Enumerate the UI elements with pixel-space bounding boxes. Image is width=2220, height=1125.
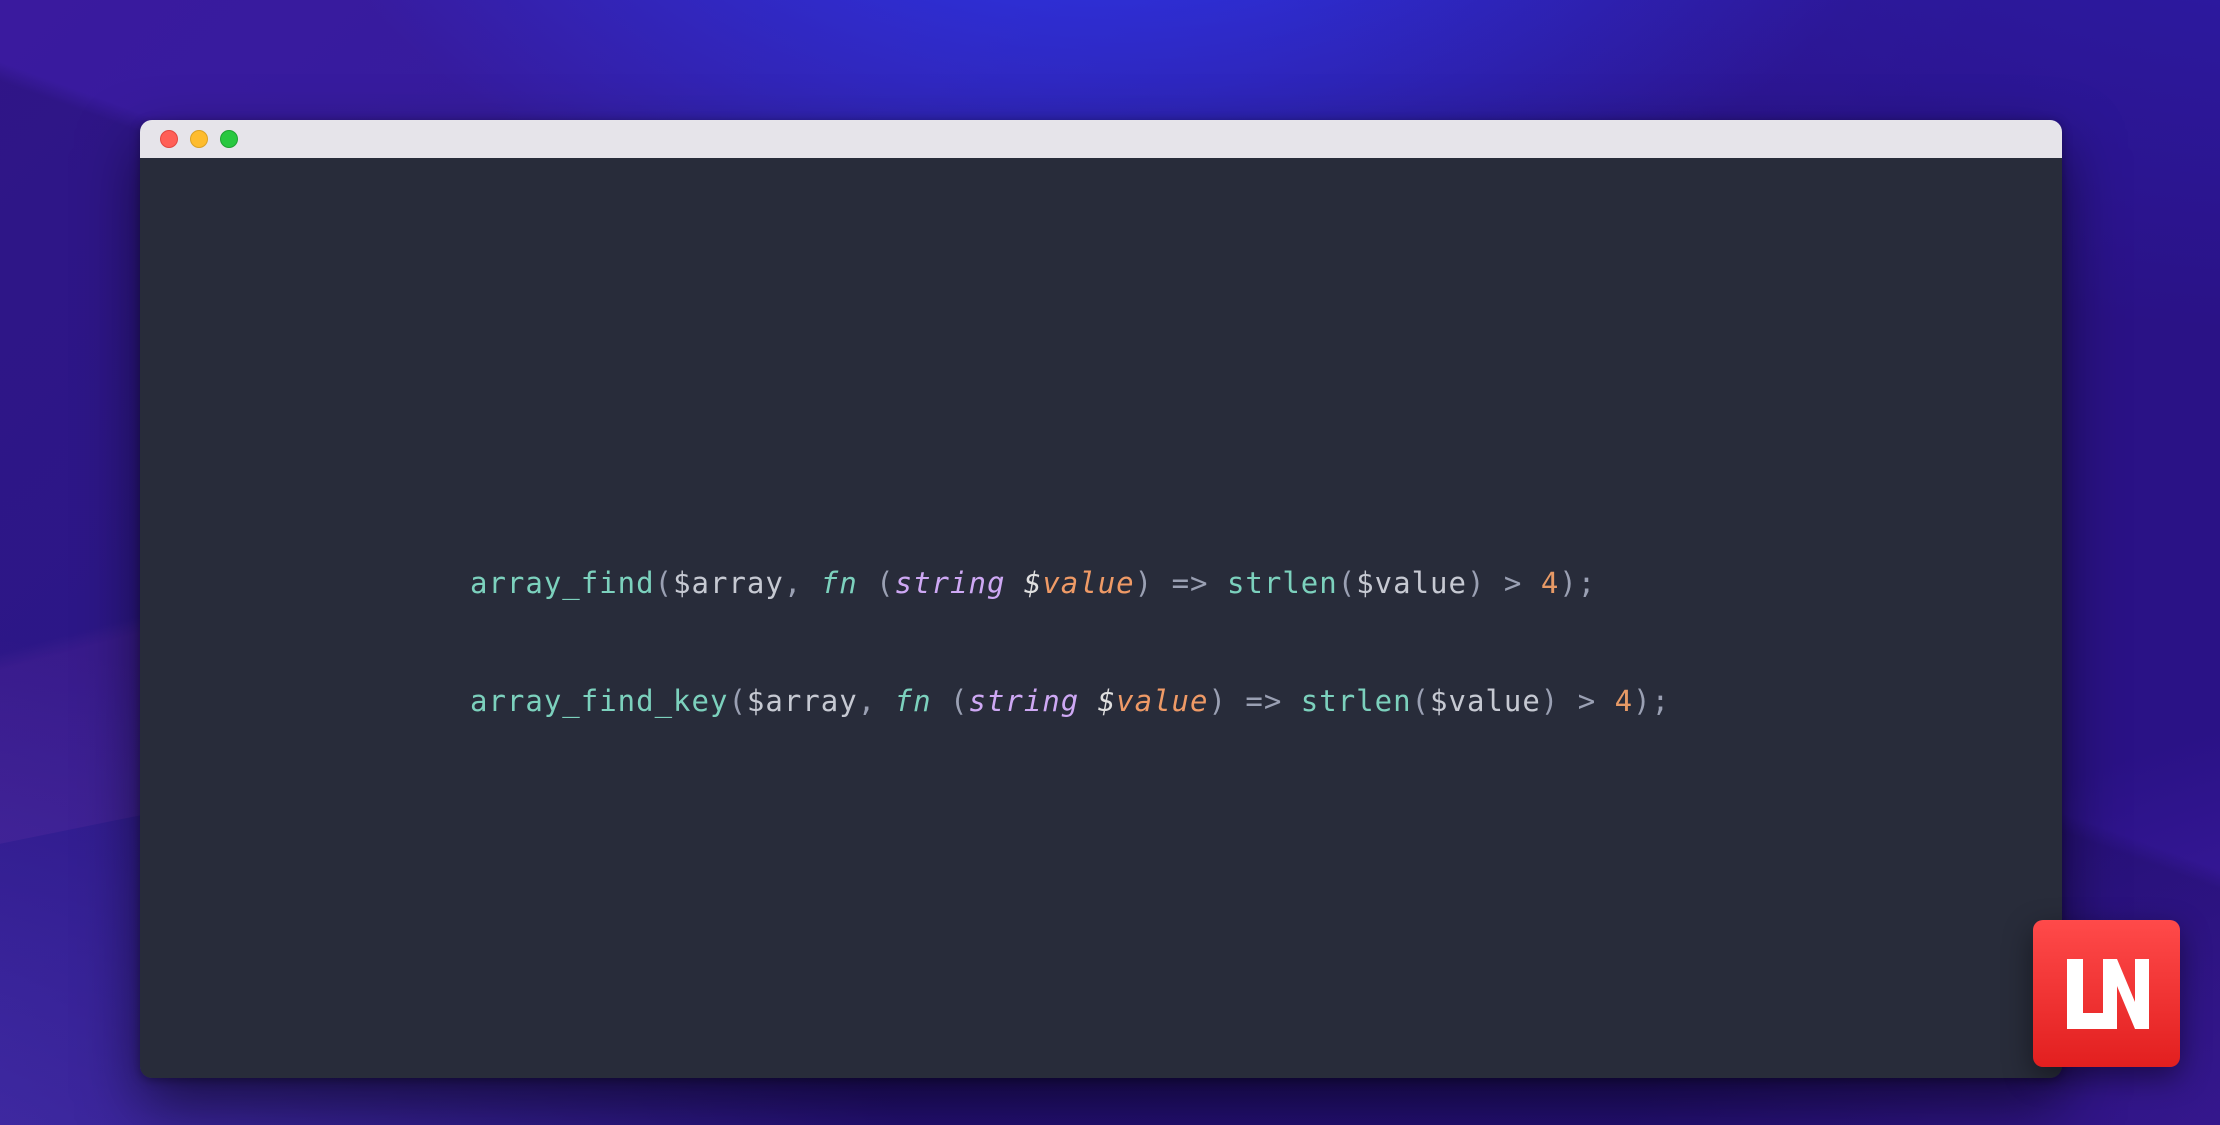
token-arrow: => bbox=[1227, 684, 1301, 718]
zoom-icon[interactable] bbox=[220, 130, 238, 148]
token-punct: ) bbox=[1467, 566, 1485, 600]
token-punct: ; bbox=[1652, 684, 1670, 718]
token-punct: ) bbox=[1559, 566, 1577, 600]
token-punct: ; bbox=[1578, 566, 1596, 600]
token-variable: value bbox=[1448, 684, 1540, 718]
token-function: strlen bbox=[1301, 684, 1412, 718]
code-window: array_find($array, fn (string $value) =>… bbox=[140, 120, 2062, 1078]
token-variable: array bbox=[692, 566, 784, 600]
token-punct: ) bbox=[1633, 684, 1651, 718]
token-punct: ( bbox=[876, 566, 894, 600]
token-variable: array bbox=[765, 684, 857, 718]
token-punct: ) bbox=[1208, 684, 1226, 718]
token-punct: ) bbox=[1541, 684, 1559, 718]
token-arrow: => bbox=[1153, 566, 1227, 600]
traffic-lights bbox=[160, 130, 238, 148]
close-icon[interactable] bbox=[160, 130, 178, 148]
token-sigil: $ bbox=[1024, 566, 1042, 600]
token-sigil: $ bbox=[1356, 566, 1374, 600]
token-param: value bbox=[1042, 566, 1134, 600]
token-function: array_find bbox=[470, 566, 655, 600]
token-type: string bbox=[968, 684, 1097, 718]
code-line: array_find_key($array, fn (string $value… bbox=[470, 686, 2062, 718]
token-punct: ( bbox=[728, 684, 746, 718]
token-function: array_find_key bbox=[470, 684, 728, 718]
token-punct: , bbox=[858, 684, 895, 718]
token-number: 4 bbox=[1615, 684, 1633, 718]
editor-viewport[interactable]: array_find($array, fn (string $value) =>… bbox=[140, 158, 2062, 1078]
token-function: strlen bbox=[1227, 566, 1338, 600]
titlebar bbox=[140, 120, 2062, 158]
watermark-badge bbox=[2033, 920, 2180, 1067]
token-sigil: $ bbox=[1430, 684, 1448, 718]
token-type: string bbox=[895, 566, 1024, 600]
minimize-icon[interactable] bbox=[190, 130, 208, 148]
token-punct: ( bbox=[1338, 566, 1356, 600]
token-sigil: $ bbox=[673, 566, 691, 600]
token-punct: ( bbox=[655, 566, 673, 600]
token-punct: ( bbox=[950, 684, 968, 718]
token-keyword: fn bbox=[821, 566, 876, 600]
token-variable: value bbox=[1375, 566, 1467, 600]
token-sigil: $ bbox=[747, 684, 765, 718]
token-punct: , bbox=[784, 566, 821, 600]
token-param: value bbox=[1116, 684, 1208, 718]
ln-logo-icon bbox=[2057, 944, 2157, 1044]
token-sigil: $ bbox=[1098, 684, 1116, 718]
token-number: 4 bbox=[1541, 566, 1559, 600]
code-line: array_find($array, fn (string $value) =>… bbox=[470, 568, 2062, 600]
token-operator: > bbox=[1485, 566, 1540, 600]
token-keyword: fn bbox=[895, 684, 950, 718]
token-operator: > bbox=[1559, 684, 1614, 718]
token-punct: ( bbox=[1412, 684, 1430, 718]
token-punct: ) bbox=[1135, 566, 1153, 600]
